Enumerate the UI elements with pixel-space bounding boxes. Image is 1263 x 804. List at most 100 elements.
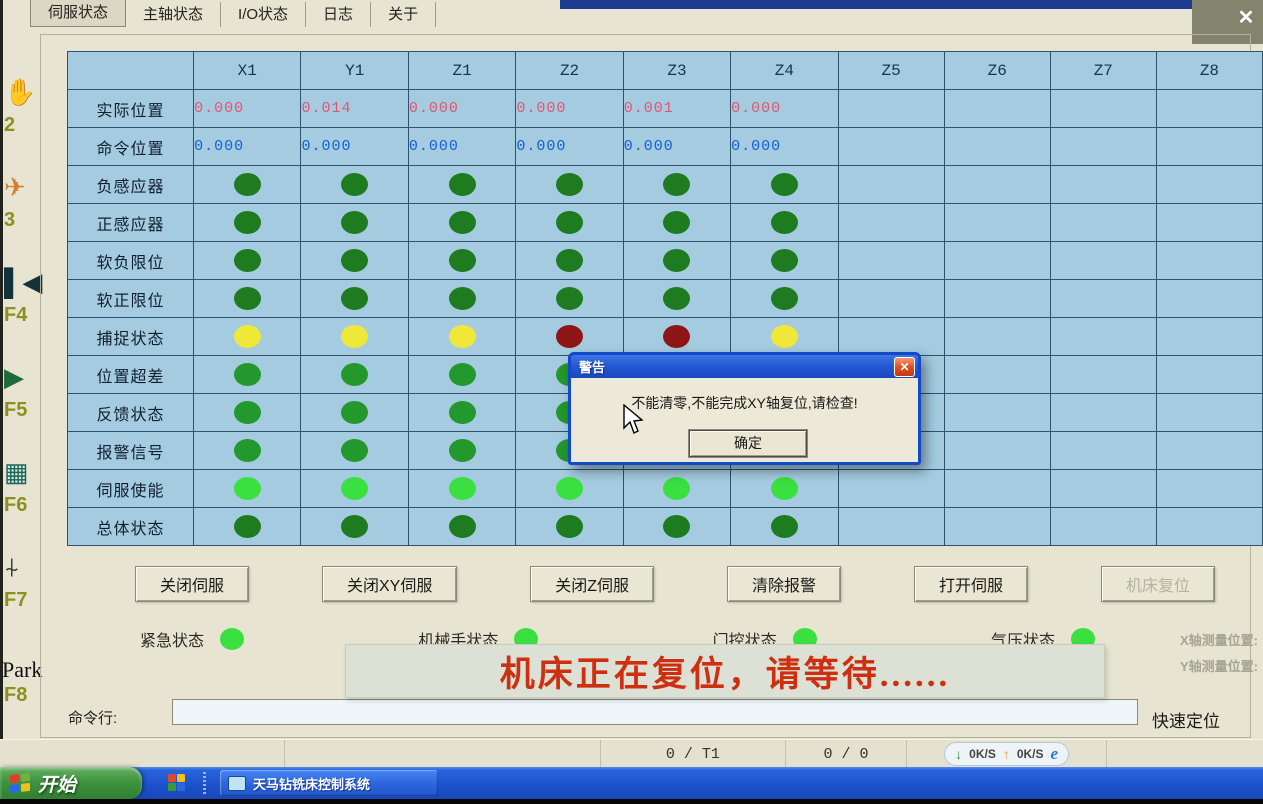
indicator-dot bbox=[771, 287, 798, 310]
indicator-dot bbox=[556, 173, 583, 196]
row-label: 软正限位 bbox=[68, 280, 194, 318]
sidebar-key-label: 3 bbox=[4, 208, 15, 232]
warning-dialog-titlebar[interactable]: 警告 ✕ bbox=[571, 355, 918, 378]
button-关闭伺服[interactable]: 关闭伺服 bbox=[135, 566, 249, 602]
indicator-cell bbox=[731, 318, 838, 356]
indicator-cell bbox=[944, 166, 1050, 204]
indicator-cell bbox=[516, 204, 623, 242]
tab-主轴状态[interactable]: 主轴状态 bbox=[126, 2, 221, 27]
value-cell: 0.000 bbox=[731, 90, 838, 128]
close-window-icon[interactable]: ✕ bbox=[1234, 6, 1258, 30]
value-cell: 0.000 bbox=[194, 128, 301, 166]
table-row-伺服使能: 伺服使能 bbox=[68, 470, 1263, 508]
tab-伺服状态[interactable]: 伺服状态 bbox=[30, 0, 126, 27]
indicator-dot bbox=[341, 173, 368, 196]
indicator-cell bbox=[623, 318, 730, 356]
indicator-cell bbox=[1050, 356, 1156, 394]
statusbar-tool-count: 0 / T1 bbox=[601, 740, 787, 768]
value-cell bbox=[944, 90, 1050, 128]
indicator-cell bbox=[944, 470, 1050, 508]
mouse-cursor bbox=[622, 404, 646, 436]
machine-status-label: 紧急状态 bbox=[140, 627, 204, 651]
download-speed: 0K/S bbox=[969, 747, 996, 761]
column-header-X1: X1 bbox=[194, 52, 301, 90]
indicator-cell bbox=[516, 318, 623, 356]
button-关闭Z伺服[interactable]: 关闭Z伺服 bbox=[530, 566, 654, 602]
sidebar-key-label: F5 bbox=[4, 398, 27, 422]
indicator-dot bbox=[556, 477, 583, 500]
start-button-label: 开始 bbox=[38, 770, 76, 797]
taskbar-app-button[interactable]: 天马钻铣床控制系统 bbox=[220, 770, 438, 796]
drill-bit-icon: ⍭ bbox=[4, 552, 20, 588]
sidebar-key-label: F8 bbox=[4, 683, 27, 707]
indicator-dot bbox=[771, 325, 798, 348]
taskbar: 开始 天马钻铣床控制系统 bbox=[0, 767, 1263, 799]
indicator-cell bbox=[944, 204, 1050, 242]
indicator-dot bbox=[771, 515, 798, 538]
indicator-dot bbox=[663, 477, 690, 500]
column-header-Z1: Z1 bbox=[408, 52, 515, 90]
indicator-cell bbox=[408, 280, 515, 318]
ie-icon[interactable]: e bbox=[1051, 744, 1059, 764]
indicator-dot bbox=[449, 325, 476, 348]
indicator-dot bbox=[341, 363, 368, 386]
indicator-cell bbox=[838, 508, 944, 546]
indicator-cell bbox=[623, 166, 730, 204]
indicator-dot bbox=[449, 363, 476, 386]
indicator-cell bbox=[944, 280, 1050, 318]
value-cell: 0.000 bbox=[516, 90, 623, 128]
indicator-dot bbox=[556, 325, 583, 348]
indicator-cell bbox=[194, 356, 301, 394]
indicator-cell bbox=[1050, 166, 1156, 204]
sidebar-key-label: F7 bbox=[4, 588, 27, 612]
indicator-cell bbox=[301, 280, 408, 318]
indicator-cell bbox=[1050, 432, 1156, 470]
table-row-负感应器: 负感应器 bbox=[68, 166, 1263, 204]
indicator-dot bbox=[449, 477, 476, 500]
indicator-dot bbox=[234, 401, 261, 424]
column-header-Z2: Z2 bbox=[516, 52, 623, 90]
indicator-cell bbox=[194, 242, 301, 280]
indicator-cell bbox=[194, 280, 301, 318]
ok-button[interactable]: 确定 bbox=[689, 430, 807, 457]
start-button[interactable]: 开始 bbox=[0, 767, 142, 799]
value-cell: 0.014 bbox=[301, 90, 408, 128]
button-清除报警[interactable]: 清除报警 bbox=[727, 566, 841, 602]
row-label: 正感应器 bbox=[68, 204, 194, 242]
indicator-cell bbox=[1050, 470, 1156, 508]
indicator-cell bbox=[301, 432, 408, 470]
value-cell bbox=[944, 128, 1050, 166]
button-关闭XY伺服[interactable]: 关闭XY伺服 bbox=[322, 566, 457, 602]
command-line-input[interactable] bbox=[172, 699, 1138, 725]
tab-I/O状态[interactable]: I/O状态 bbox=[221, 2, 306, 27]
indicator-dot bbox=[449, 515, 476, 538]
indicator-dot bbox=[234, 211, 261, 234]
indicator-dot bbox=[771, 173, 798, 196]
indicator-cell bbox=[408, 356, 515, 394]
indicator-cell bbox=[1156, 280, 1262, 318]
indicator-cell bbox=[194, 432, 301, 470]
value-cell bbox=[1156, 90, 1262, 128]
indicator-cell bbox=[301, 356, 408, 394]
indicator-dot bbox=[234, 249, 261, 272]
indicator-dot bbox=[341, 515, 368, 538]
reset-wait-banner-text: 机床正在复位，请等待...... bbox=[500, 646, 951, 697]
quick-launch-icon[interactable] bbox=[168, 774, 186, 792]
row-label: 伺服使能 bbox=[68, 470, 194, 508]
indicator-cell bbox=[838, 318, 944, 356]
indicator-dot bbox=[234, 287, 261, 310]
command-line-label: 命令行: bbox=[68, 707, 117, 728]
warning-dialog: 警告 ✕ 不能清零,不能完成XY轴复位,请检查! 确定 bbox=[568, 352, 921, 465]
indicator-cell bbox=[1156, 166, 1262, 204]
window-top-edge bbox=[560, 0, 1263, 9]
tab-关于[interactable]: 关于 bbox=[371, 2, 436, 27]
indicator-cell bbox=[408, 242, 515, 280]
indicator-cell bbox=[194, 204, 301, 242]
indicator-cell bbox=[516, 280, 623, 318]
row-label: 捕捉状态 bbox=[68, 318, 194, 356]
indicator-cell bbox=[1050, 318, 1156, 356]
button-打开伺服[interactable]: 打开伺服 bbox=[914, 566, 1028, 602]
dialog-close-icon[interactable]: ✕ bbox=[894, 357, 915, 377]
tab-日志[interactable]: 日志 bbox=[306, 2, 371, 27]
indicator-cell bbox=[623, 242, 730, 280]
